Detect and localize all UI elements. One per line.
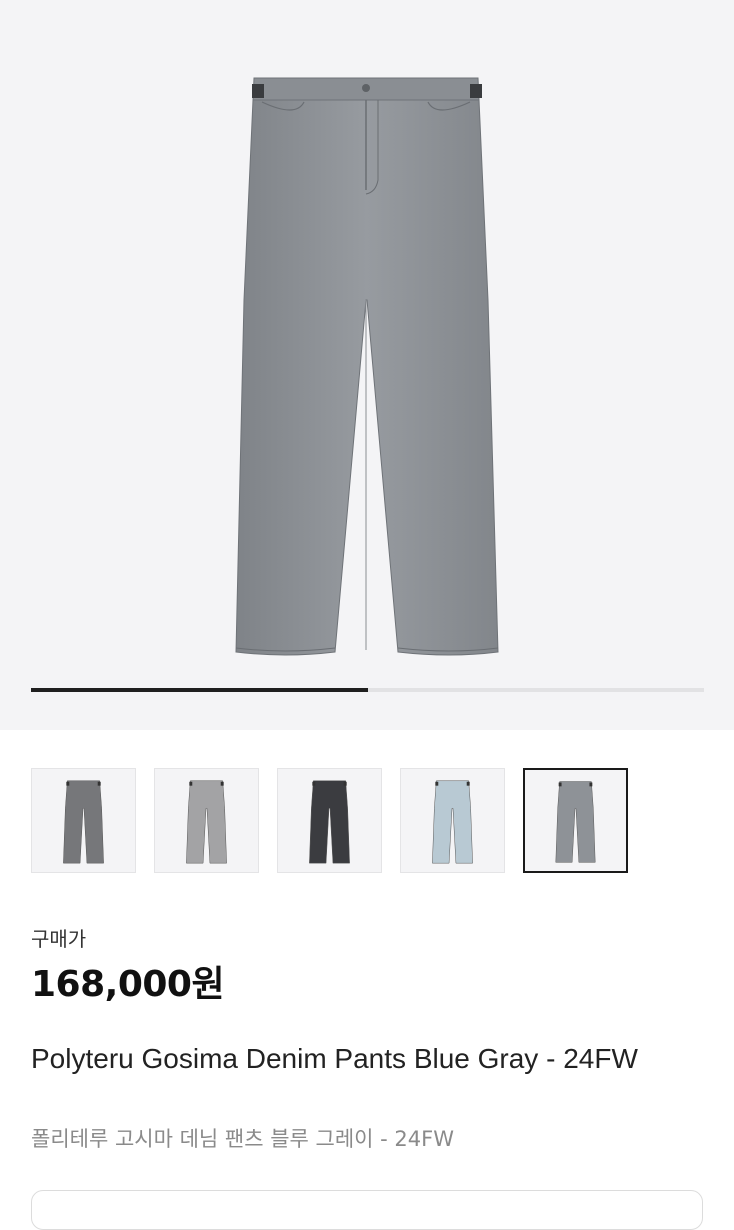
thumbnail-pants-image bbox=[555, 781, 596, 863]
thumbnail-pants-image bbox=[63, 780, 104, 864]
gallery-progress-track bbox=[31, 688, 704, 692]
price-label: 구매가 bbox=[31, 927, 87, 951]
product-price: 168,000원 bbox=[31, 964, 225, 1005]
thumbnail-pants-image bbox=[309, 780, 350, 864]
product-title: Polyteru Gosima Denim Pants Blue Gray - … bbox=[31, 1043, 638, 1074]
gallery-progress-fill bbox=[31, 688, 368, 692]
product-image-pants bbox=[235, 77, 499, 656]
product-image-gallery[interactable] bbox=[0, 0, 734, 730]
thumbnail-gray-pants[interactable] bbox=[31, 768, 136, 873]
bottom-action-box[interactable] bbox=[31, 1190, 703, 1230]
thumbnail-pants-image bbox=[432, 780, 473, 864]
thumbnail-blue-gray-pants[interactable] bbox=[523, 768, 628, 873]
thumbnail-light-gray-pants[interactable] bbox=[154, 768, 259, 873]
thumbnail-pants-image bbox=[186, 780, 227, 864]
product-subtitle: 폴리테루 고시마 데님 팬츠 블루 그레이 - 24FW bbox=[31, 1127, 454, 1151]
thumbnail-black-pants[interactable] bbox=[277, 768, 382, 873]
thumbnail-strip bbox=[31, 768, 631, 875]
thumbnail-light-blue-pants[interactable] bbox=[400, 768, 505, 873]
